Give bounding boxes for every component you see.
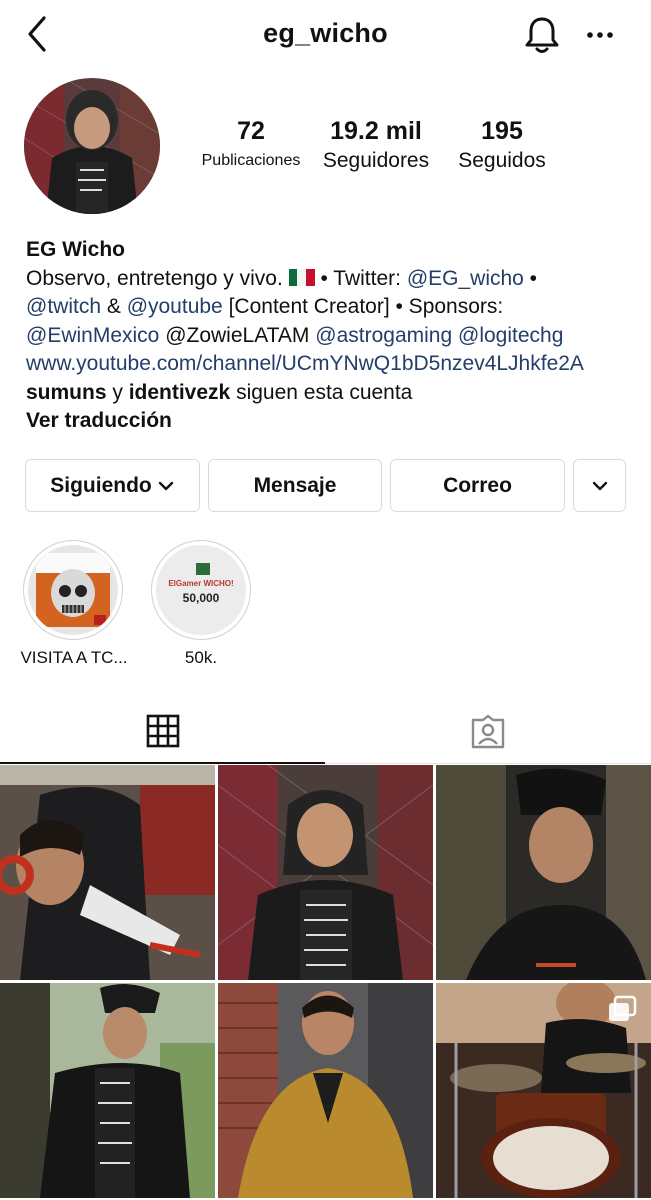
following-stat[interactable]: 195 Seguidos [446, 116, 558, 176]
bio-line-1: Observo, entretengo y vivo. • Twitter: @… [26, 266, 538, 290]
tagged-user-icon [471, 714, 505, 748]
followers-label: Seguidores [322, 149, 430, 172]
sponsor-ewin-link[interactable]: @EwinMexico [26, 324, 159, 347]
message-button[interactable]: Mensaje [208, 459, 382, 512]
posts-count: 72 [237, 117, 265, 145]
post-thumbnail[interactable] [436, 765, 651, 980]
post-thumbnail[interactable] [436, 983, 651, 1198]
profile-avatar[interactable] [24, 78, 160, 214]
chevron-down-icon [158, 481, 173, 490]
mexico-flag-icon [288, 268, 315, 286]
bio-line-3: @EwinMexico @ZowieLATAM @astrogaming @lo… [26, 323, 564, 347]
email-button[interactable]: Correo [390, 459, 565, 512]
sponsor-logitech-link[interactable]: @logitechg [458, 324, 563, 347]
twitch-link[interactable]: @twitch [26, 295, 101, 318]
notifications-button[interactable] [522, 14, 562, 56]
highlight-label: VISITA A TC... [20, 648, 128, 667]
post-thumbnail[interactable] [218, 765, 433, 980]
chevron-down-icon [592, 481, 607, 490]
highlight-label: 50k. [184, 648, 218, 667]
see-translation-link[interactable]: Ver traducción [26, 407, 638, 436]
youtube-link[interactable]: @youtube [127, 295, 223, 318]
post-thumbnail[interactable] [218, 983, 433, 1198]
tab-tagged[interactable] [325, 700, 651, 764]
more-options-button[interactable] [582, 20, 618, 50]
following-label: Seguidos [458, 149, 546, 172]
highlight-visit[interactable]: VISITA A TC... [16, 540, 132, 668]
website-link[interactable]: www.youtube.com/channel/UCmYNwQ1bD5nzev4… [26, 350, 638, 379]
followed-by[interactable]: sumuns y identivezk siguen esta cuenta [26, 379, 638, 408]
sponsor-astro-link[interactable]: @astrogaming [315, 324, 452, 347]
posts-label: Publicaciones [201, 152, 301, 169]
twitter-link[interactable]: @EG_wicho [407, 267, 524, 290]
grid-icon [146, 714, 179, 748]
more-horizontal-icon [587, 32, 613, 38]
highlight-card-count: 50,000 [182, 591, 220, 605]
post-thumbnail[interactable] [0, 983, 215, 1198]
channel-avatar-icon [196, 563, 210, 575]
suggested-accounts-button[interactable] [573, 459, 626, 512]
top-bar: eg_wicho [0, 0, 651, 70]
highlight-cover [23, 540, 123, 640]
profile-bio: EG Wicho Observo, entretengo y vivo. • T… [26, 236, 638, 436]
following-button[interactable]: Siguiendo [25, 459, 200, 512]
posts-stat: 72 Publicaciones [192, 116, 310, 176]
highlight-cover: ElGamer WICHO! 50,000 [151, 540, 251, 640]
post-thumbnail[interactable] [0, 765, 215, 980]
profile-display-name: EG Wicho [26, 238, 125, 261]
following-count: 195 [481, 117, 523, 145]
highlight-card-title: ElGamer WICHO! [168, 579, 234, 588]
highlight-50k[interactable]: ElGamer WICHO! 50,000 50k. [151, 540, 251, 668]
tab-posts-grid[interactable] [0, 700, 325, 764]
followers-count: 19.2 mil [330, 117, 422, 145]
bell-icon [525, 17, 559, 53]
bio-line-2: @twitch & @youtube [Content Creator] • S… [26, 295, 504, 318]
followers-stat[interactable]: 19.2 mil Seguidores [316, 116, 436, 176]
